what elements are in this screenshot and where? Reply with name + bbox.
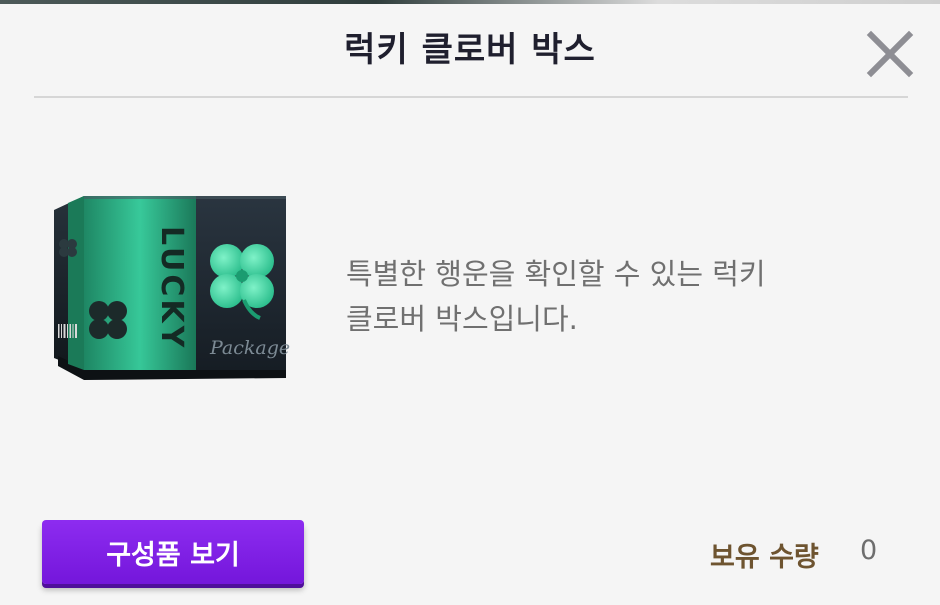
view-components-button[interactable]: 구성품 보기 bbox=[42, 520, 304, 584]
owned-quantity-value: 0 bbox=[860, 535, 878, 566]
owned-quantity-label: 보유 수량 bbox=[710, 542, 819, 573]
close-icon bbox=[866, 30, 914, 78]
item-info-dialog: 럭키 클로버 박스 LUCKY Package 특별한 행운을 확인할 수 있는… bbox=[0, 0, 940, 605]
top-edge-strip bbox=[0, 0, 940, 4]
svg-text:LUCKY: LUCKY bbox=[154, 226, 189, 350]
close-button[interactable] bbox=[862, 26, 918, 82]
lucky-clover-box-icon: LUCKY Package bbox=[50, 188, 290, 394]
title-divider bbox=[34, 96, 908, 98]
svg-text:Package: Package bbox=[209, 337, 290, 359]
item-description: 특별한 행운을 확인할 수 있는 럭키 클로버 박스입니다. bbox=[346, 257, 766, 336]
dialog-title: 럭키 클로버 박스 bbox=[344, 30, 596, 70]
